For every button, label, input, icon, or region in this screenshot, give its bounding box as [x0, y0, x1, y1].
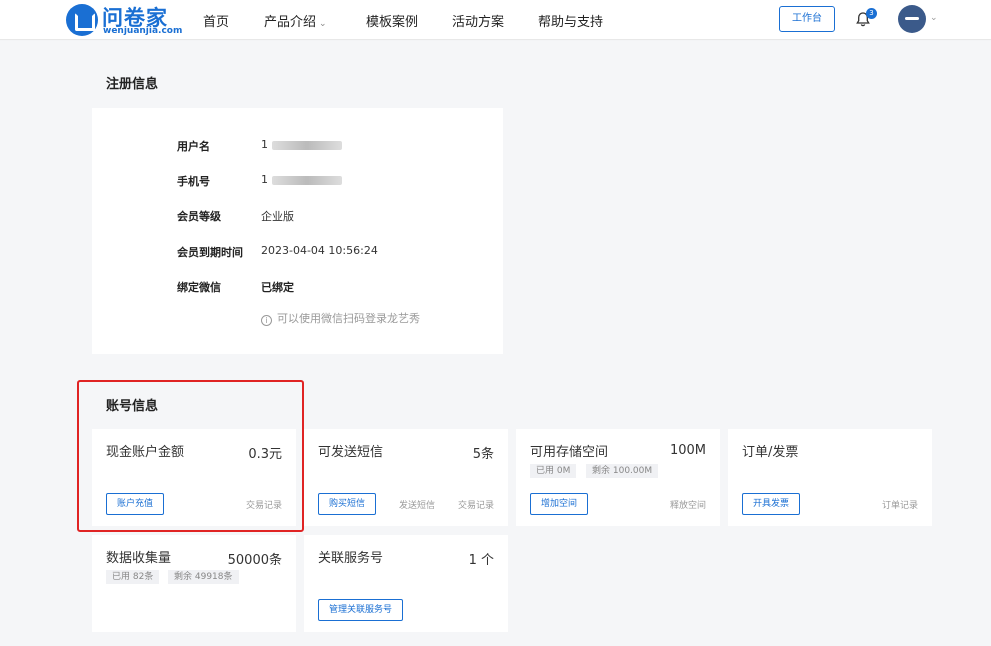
linked-service-card: 关联服务号 1 个 管理关联服务号	[304, 535, 508, 632]
order-record-link[interactable]: 订单记录	[882, 498, 918, 511]
account-title: 账号信息	[106, 399, 159, 414]
recharge-button[interactable]: 账户充值	[106, 493, 165, 515]
card-value: 1 个	[468, 553, 494, 568]
card-title: 现金账户金额	[106, 445, 185, 460]
used-tag: 已用 82条	[106, 570, 160, 584]
wechat-hint: i 可以使用微信扫码登录龙艺秀	[261, 310, 420, 326]
card-title: 订单/发票	[742, 445, 799, 460]
avatar[interactable]	[898, 5, 926, 33]
card-value: 0.3元	[248, 447, 282, 462]
brand-logo[interactable]: 问卷家 wenjuanjia.com	[66, 4, 182, 36]
buy-sms-button[interactable]: 购买短信	[318, 493, 377, 515]
card-value: 5条	[472, 447, 494, 462]
info-icon: i	[261, 315, 272, 326]
issue-invoice-button[interactable]: 开具发票	[742, 493, 801, 515]
storage-card: 可用存储空间 100M 已用 0M 剩余 100.00M 增加空间 释放空间	[516, 429, 720, 526]
registration-title: 注册信息	[106, 77, 159, 92]
top-navbar: 问卷家 wenjuanjia.com 首页 产品介绍 ⌄ 模板案例 活动方案 帮助…	[0, 0, 991, 40]
sms-card: 可发送短信 5条 购买短信 发送短信 交易记录	[304, 429, 508, 526]
add-space-button[interactable]: 增加空间	[530, 493, 589, 515]
transaction-record-link[interactable]: 交易记录	[246, 498, 282, 511]
card-value: 100M	[669, 443, 706, 458]
notification-badge: 3	[866, 8, 877, 19]
membership-value: 企业版	[261, 210, 294, 223]
nav-item-activities[interactable]: 活动方案	[452, 11, 504, 30]
redacted-blur	[272, 140, 342, 150]
membership-label: 会员等级	[177, 210, 221, 223]
username-label: 用户名	[177, 140, 210, 153]
workbench-button[interactable]: 工作台	[779, 6, 835, 32]
release-space-link[interactable]: 释放空间	[670, 498, 706, 511]
used-tag: 已用 0M	[530, 464, 577, 478]
phone-value: 1	[261, 173, 342, 186]
phone-label: 手机号	[177, 175, 210, 188]
nav-item-templates[interactable]: 模板案例	[366, 11, 418, 30]
cash-balance-card: 现金账户金额 0.3元 账户充值 交易记录	[92, 429, 296, 526]
phone-text: 1	[261, 173, 268, 186]
chevron-down-icon[interactable]: ⌄	[930, 13, 938, 23]
nav-item-home[interactable]: 首页	[203, 11, 229, 30]
logo-icon	[66, 4, 98, 36]
remaining-tag: 剩余 100.00M	[586, 464, 659, 478]
username-text: 1	[261, 138, 268, 151]
nav-item-products-label: 产品介绍	[264, 15, 317, 30]
expiry-label: 会员到期时间	[177, 246, 243, 259]
expiry-value: 2023-04-04 10:56:24	[261, 244, 378, 257]
data-collection-card: 数据收集量 50000条 已用 82条 剩余 49918条	[92, 535, 296, 632]
username-value: 1	[261, 138, 342, 151]
invoice-card: 订单/发票 开具发票 订单记录	[728, 429, 932, 526]
card-value: 50000条	[227, 553, 282, 568]
wechat-value: 已绑定	[261, 281, 294, 294]
nav-item-help[interactable]: 帮助与支持	[538, 11, 603, 30]
card-title: 可发送短信	[318, 445, 384, 460]
transaction-record-link[interactable]: 交易记录	[458, 498, 494, 511]
redacted-blur	[272, 175, 342, 185]
send-sms-link[interactable]: 发送短信	[399, 498, 435, 511]
card-title: 关联服务号	[318, 551, 384, 566]
remaining-tag: 剩余 49918条	[168, 570, 239, 584]
registration-card: 用户名 1 手机号 1 会员等级 企业版 会员到期时间 2023-04-04 1…	[92, 108, 503, 354]
card-title: 可用存储空间	[530, 445, 609, 460]
brand-domain: wenjuanjia.com	[103, 26, 183, 36]
wechat-label: 绑定微信	[177, 281, 221, 294]
chevron-down-icon: ⌄	[319, 19, 327, 29]
account-page: 注册信息 用户名 1 手机号 1 会员等级 企业版 会员到期时间 2023-04…	[0, 41, 991, 646]
card-title: 数据收集量	[106, 551, 172, 566]
manage-service-button[interactable]: 管理关联服务号	[318, 599, 404, 621]
wechat-hint-text: 可以使用微信扫码登录龙艺秀	[277, 312, 420, 325]
nav-item-products[interactable]: 产品介绍 ⌄	[264, 11, 327, 30]
